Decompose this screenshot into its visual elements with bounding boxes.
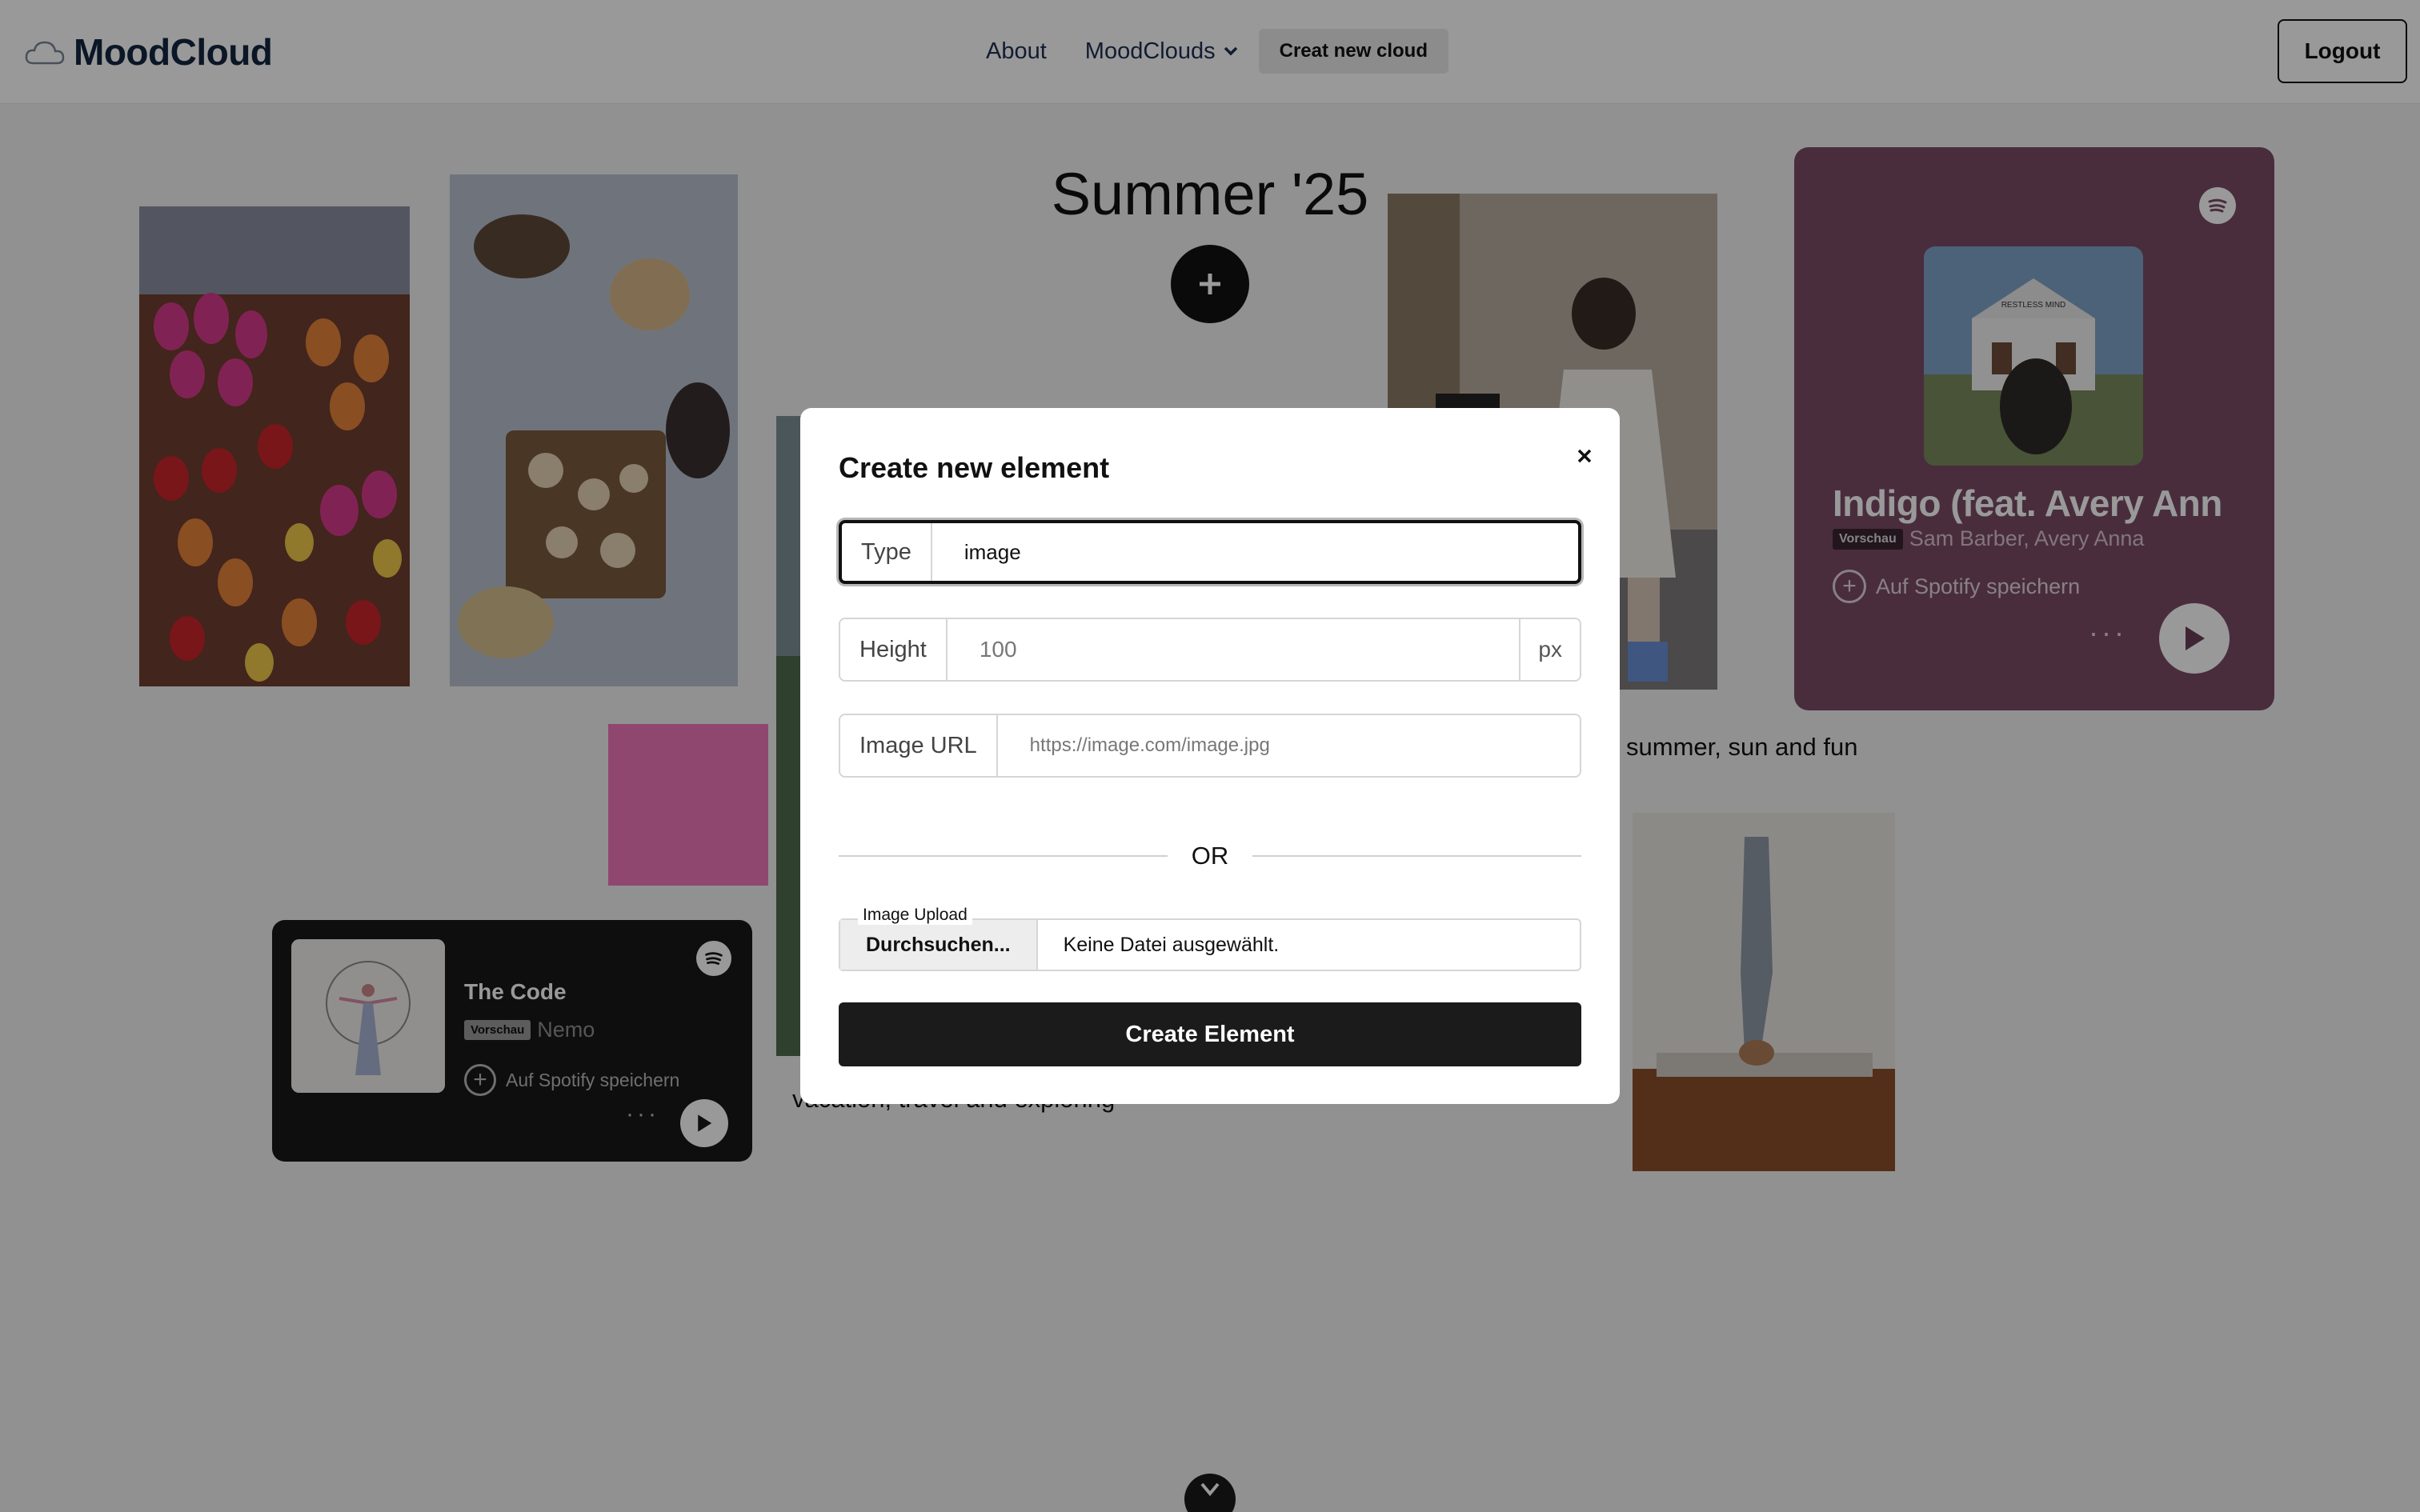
selected-file-name: Keine Datei ausgewählt. bbox=[1063, 933, 1280, 956]
height-label: Height bbox=[840, 619, 948, 680]
height-unit: px bbox=[1519, 619, 1580, 680]
divider-text: OR bbox=[1191, 842, 1229, 870]
type-label: Type bbox=[842, 523, 932, 581]
close-icon bbox=[1577, 449, 1592, 463]
image-url-field[interactable]: Image URL https://image.com/image.jpg bbox=[839, 714, 1581, 778]
create-element-button[interactable]: Create Element bbox=[839, 1002, 1581, 1066]
create-element-modal: Create new element Type image Height 100… bbox=[800, 408, 1620, 1104]
image-url-label: Image URL bbox=[840, 715, 998, 776]
browse-button[interactable]: Durchsuchen... bbox=[840, 920, 1038, 970]
image-upload-legend: Image Upload bbox=[858, 906, 972, 925]
modal-title: Create new element bbox=[839, 451, 1110, 484]
height-input[interactable]: 100 bbox=[948, 619, 1520, 680]
close-button[interactable] bbox=[1569, 440, 1601, 472]
type-value[interactable]: image bbox=[932, 523, 1578, 581]
divider-line bbox=[839, 855, 1168, 857]
or-divider: OR bbox=[839, 840, 1581, 872]
divider-line bbox=[1252, 855, 1581, 857]
type-select[interactable]: Type image bbox=[839, 520, 1581, 584]
image-url-input[interactable]: https://image.com/image.jpg bbox=[998, 715, 1580, 776]
image-upload-field[interactable]: Durchsuchen... Keine Datei ausgewählt. bbox=[839, 918, 1581, 971]
height-field[interactable]: Height 100 px bbox=[839, 618, 1581, 682]
